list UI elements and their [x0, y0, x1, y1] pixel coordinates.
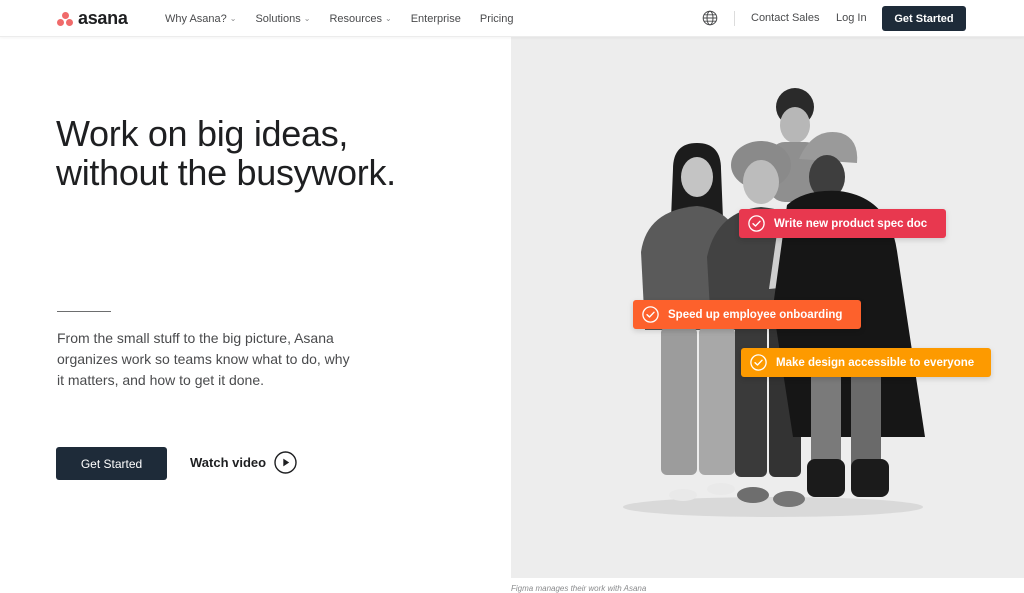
log-in-link[interactable]: Log In [836, 12, 867, 24]
primary-nav: Why Asana? ⌄ Solutions ⌄ Resources ⌄ Ent… [165, 0, 532, 37]
asana-logo[interactable]: asana [56, 8, 128, 29]
photo-caption: Figma manages their work with Asana [511, 584, 647, 593]
nav-item-label: Solutions [255, 12, 301, 25]
contact-sales-link[interactable]: Contact Sales [751, 12, 819, 24]
task-card-onboarding: Speed up employee onboarding [633, 300, 861, 329]
hero-title-line-1: Work on big ideas, [56, 113, 349, 154]
watch-video-label: Watch video [190, 455, 267, 470]
chevron-down-icon: ⌄ [385, 14, 392, 23]
nav-item-resources[interactable]: Resources ⌄ [329, 13, 391, 25]
hero-description: From the small stuff to the big picture,… [57, 330, 350, 388]
nav-item-pricing[interactable]: Pricing [480, 13, 514, 25]
globe-icon[interactable] [702, 10, 718, 26]
nav-item-label: Enterprise [410, 12, 461, 25]
get-started-button[interactable]: Get Started [56, 447, 167, 480]
brand-wordmark: asana [78, 8, 128, 28]
hero-title: Work on big ideas, without the busywork. [56, 114, 476, 192]
top-navigation: asana Why Asana? ⌄ Solutions ⌄ Resources… [0, 0, 1024, 37]
task-card-design-accessible: Make design accessible to everyone [741, 348, 991, 377]
check-circle-icon [642, 306, 659, 323]
task-label: Speed up employee onboarding [668, 308, 843, 321]
asana-logo-icon [56, 11, 74, 27]
nav-item-enterprise[interactable]: Enterprise [411, 13, 461, 25]
nav-item-label: Pricing [479, 12, 514, 25]
task-label: Make design accessible to everyone [776, 356, 975, 369]
task-label: Write new product spec doc [774, 217, 928, 230]
divider-rule [57, 311, 111, 312]
nav-divider [734, 11, 735, 26]
nav-get-started-button[interactable]: Get Started [882, 6, 966, 31]
watch-video-button[interactable]: Watch video [190, 451, 297, 474]
check-circle-icon [750, 354, 767, 371]
nav-item-why-asana[interactable]: Why Asana? ⌄ [165, 13, 236, 25]
task-card-product-spec: Write new product spec doc [739, 209, 946, 238]
check-circle-icon [748, 215, 765, 232]
chevron-down-icon: ⌄ [303, 14, 311, 23]
hero-title-line-2: without the busywork. [56, 152, 396, 193]
nav-item-solutions[interactable]: Solutions ⌄ [255, 13, 310, 25]
chevron-down-icon: ⌄ [229, 14, 237, 23]
nav-item-label: Resources [329, 12, 383, 25]
play-circle-icon [274, 451, 297, 474]
nav-item-label: Why Asana? [165, 12, 227, 25]
